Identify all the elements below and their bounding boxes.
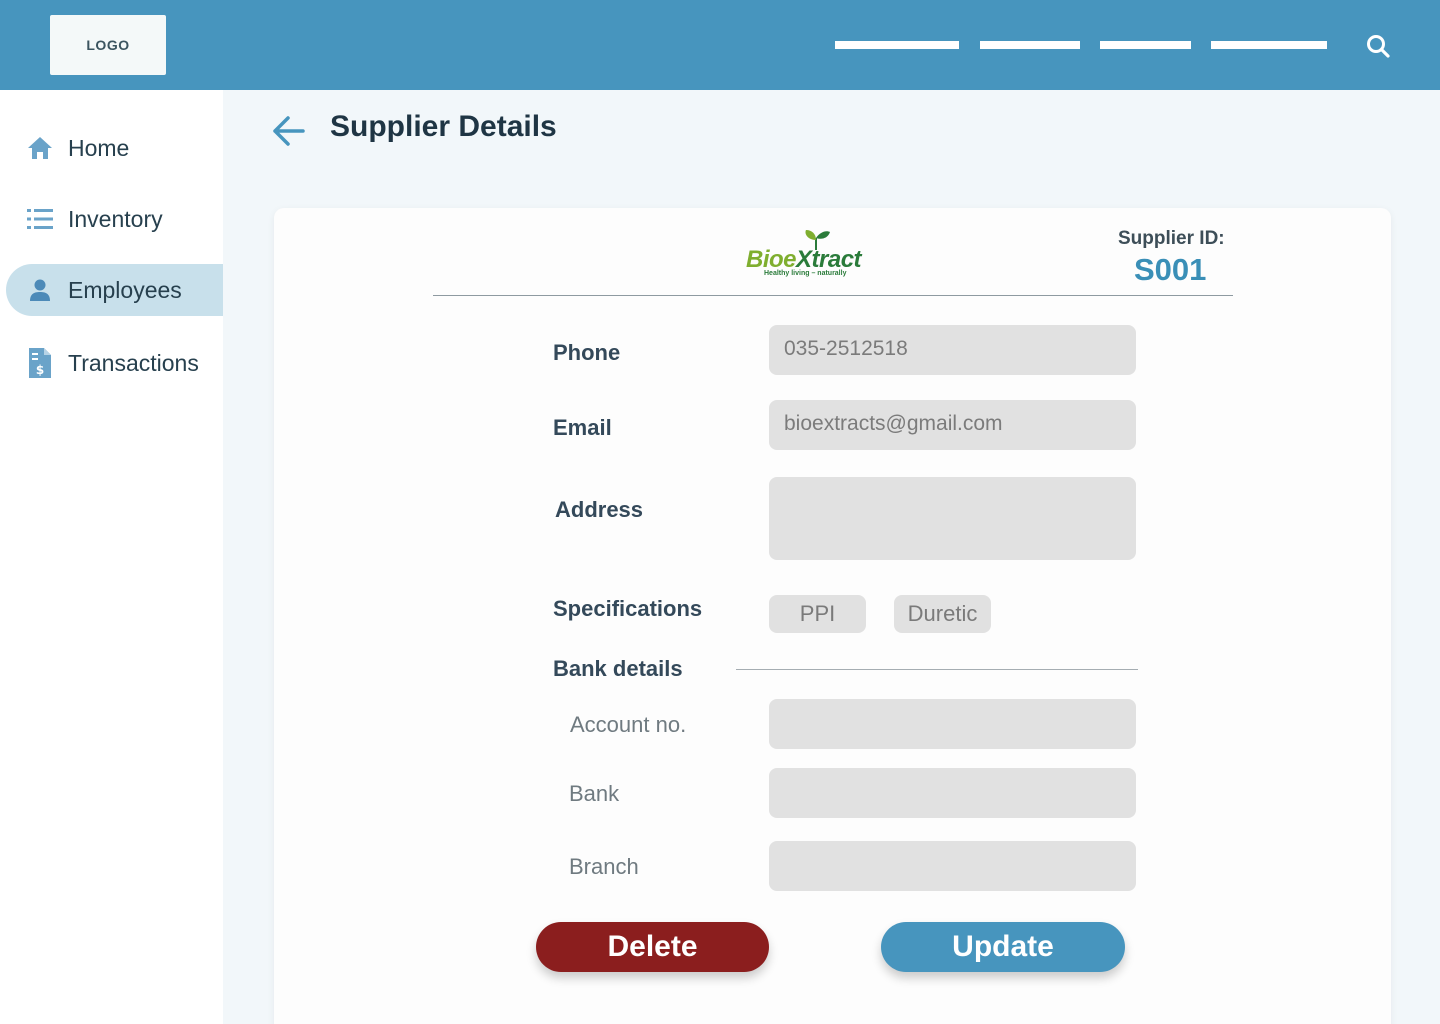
brand-tagline: Healthy living – naturally [764,270,847,277]
svg-text:$: $ [36,363,44,377]
account-label: Account no. [570,712,687,737]
divider [433,295,1233,296]
invoice-dollar-icon: $ [26,348,54,378]
supplier-id-value: S001 [1134,252,1207,287]
sidebar-item-employees[interactable]: Employees [6,264,223,316]
nav-link-3[interactable] [1100,41,1191,49]
phone-field[interactable]: 035-2512518 [769,325,1136,375]
person-icon [26,276,54,304]
home-icon [26,134,54,162]
specification-chip[interactable]: Duretic [894,595,991,633]
email-label: Email [553,415,612,440]
nav-link-2[interactable] [980,41,1080,49]
supplier-id-label: Supplier ID: [1118,228,1225,249]
sidebar-item-label: Employees [68,276,182,303]
top-bar: LOGO [0,0,1440,90]
delete-button[interactable]: Delete [536,922,769,972]
address-field[interactable] [769,477,1136,560]
logo[interactable]: LOGO [50,15,166,75]
sidebar-item-home[interactable]: Home [6,122,223,174]
update-button[interactable]: Update [881,922,1125,972]
sidebar-item-transactions[interactable]: $ Transactions [6,337,223,389]
sidebar-item-inventory[interactable]: Inventory [6,193,223,245]
supplier-brand-logo: BioeXtract Healthy living – naturally [746,228,876,283]
bank-label: Bank [569,781,620,806]
sidebar-item-label: Home [68,134,130,161]
account-number-field[interactable] [769,699,1136,749]
list-icon [26,205,54,233]
page-title: Supplier Details [330,110,557,143]
sidebar-item-label: Inventory [68,205,163,232]
sidebar: Home Inventory Employees $ Transactions [0,90,223,1024]
bank-details-heading: Bank details [553,656,683,681]
email-field[interactable]: bioextracts@gmail.com [769,400,1136,450]
arrow-left-icon[interactable] [270,114,308,148]
branch-field[interactable] [769,841,1136,891]
sidebar-item-label: Transactions [68,349,199,376]
specification-chip[interactable]: PPI [769,595,866,633]
nav-link-4[interactable] [1211,41,1327,49]
nav-link-1[interactable] [835,41,959,49]
bank-field[interactable] [769,768,1136,818]
search-icon[interactable] [1364,32,1392,60]
specifications-label: Specifications [553,596,703,621]
address-label: Address [555,497,644,522]
phone-label: Phone [553,340,621,365]
branch-label: Branch [569,854,639,879]
bank-details-divider [736,669,1138,670]
